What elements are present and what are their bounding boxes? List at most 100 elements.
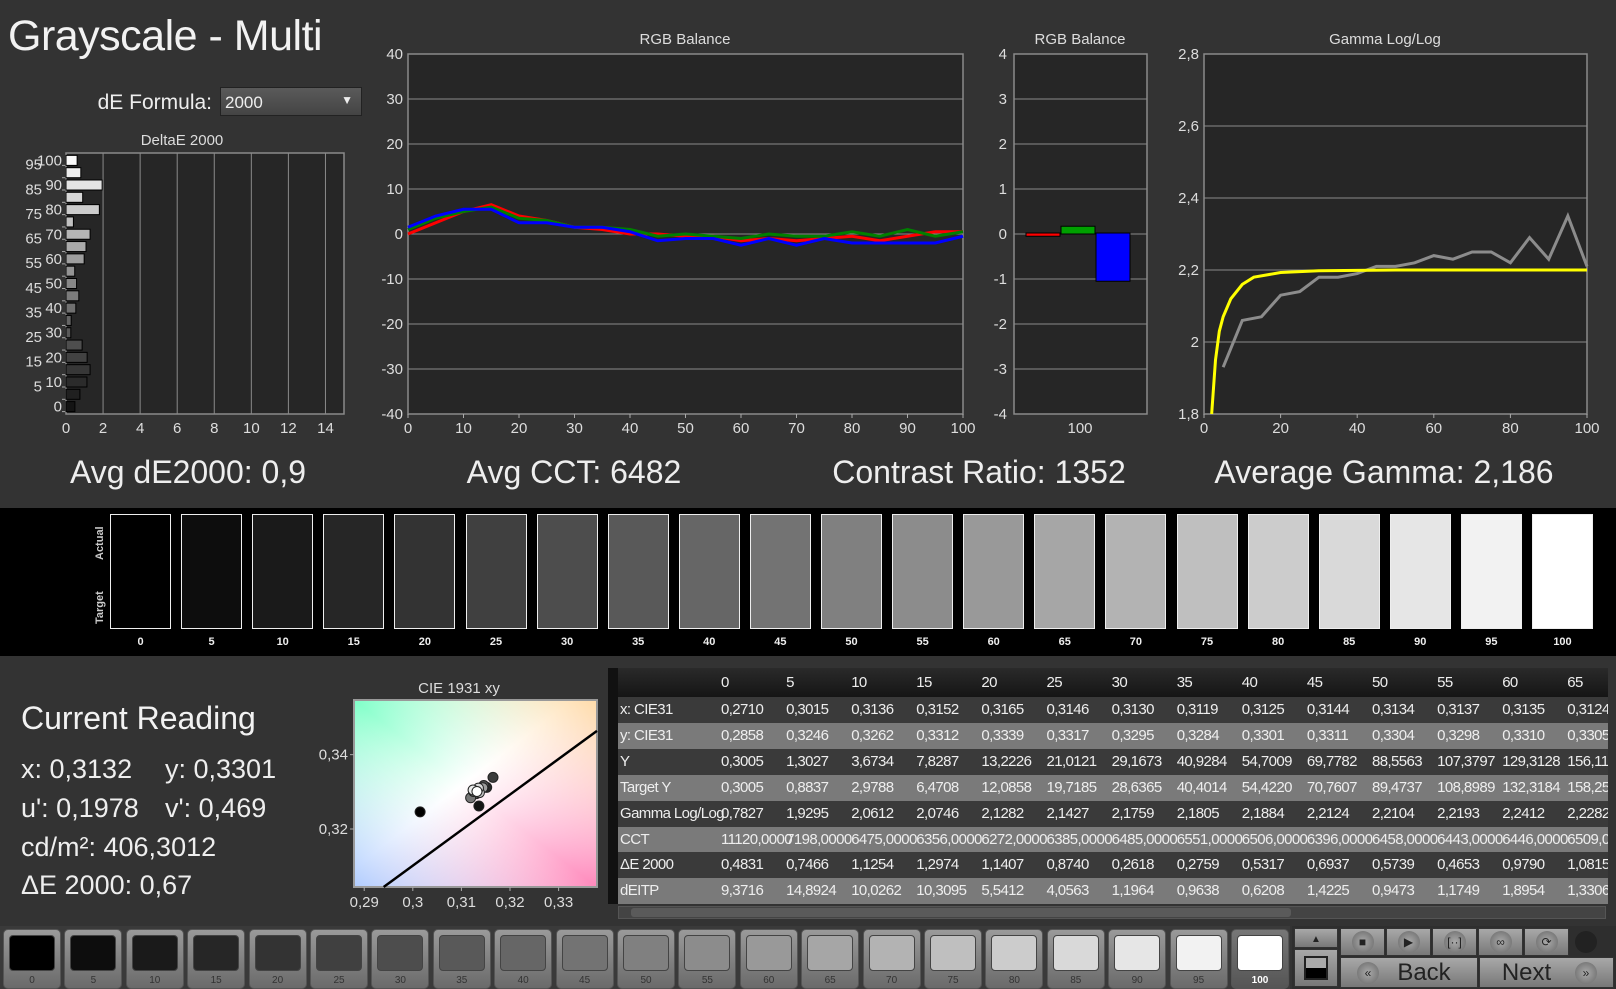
table-cell: 0,2618 <box>1111 856 1155 874</box>
patch-label: 60 <box>763 975 775 986</box>
grayscale-swatch <box>749 514 811 629</box>
patch-button-50[interactable]: 50 <box>617 929 675 989</box>
patch-button-0[interactable]: 0 <box>3 929 61 989</box>
column-header: 0 <box>721 674 729 691</box>
stop-measure-button[interactable] <box>1294 949 1338 987</box>
table-cell: 0,3317 <box>1046 726 1090 744</box>
play-button[interactable]: ▶ <box>1386 928 1431 956</box>
y-tick-label: 60 <box>45 251 62 268</box>
deltae-bar <box>65 314 72 326</box>
y-tick-label: 70 <box>45 226 62 243</box>
table-cell: 107,3797 <box>1437 752 1495 770</box>
reading-v: v': 0,469 <box>165 793 267 823</box>
x-tick-label: 100 <box>1574 420 1599 437</box>
table-cell: 5,5412 <box>981 882 1024 900</box>
patch-label: 30 <box>394 975 406 986</box>
scrollbar-thumb[interactable] <box>631 908 1291 917</box>
deltae-bar <box>65 241 87 253</box>
x-tick-label: 12 <box>280 420 297 437</box>
column-header: 40 <box>1241 674 1258 691</box>
patch-button-80[interactable]: 80 <box>985 929 1044 989</box>
y-tick-label: -1 <box>994 271 1007 288</box>
back-button[interactable]: « Back <box>1340 957 1478 988</box>
stop-button[interactable]: ■ <box>1340 928 1385 956</box>
grayscale-swatch <box>1034 514 1096 629</box>
patch-button-10[interactable]: 10 <box>125 929 184 989</box>
table-cell: 2,9788 <box>851 778 894 796</box>
plot-area <box>65 152 345 415</box>
patch-button-25[interactable]: 25 <box>310 929 368 989</box>
patch-button-20[interactable]: 20 <box>248 929 307 989</box>
patch-label: 85 <box>1070 975 1082 986</box>
y-tick-label: 5 <box>34 378 42 395</box>
table-cell: 1,1407 <box>981 856 1024 874</box>
table-cell: 0,3005 <box>721 778 764 796</box>
table-cell: 0,3119 <box>1176 701 1219 718</box>
infinity-button[interactable]: ∞ <box>1478 928 1523 956</box>
table-cell: 0,4831 <box>721 856 764 874</box>
up-button[interactable]: ▲ <box>1294 928 1338 948</box>
table-row: x: CIE31 0,2710 0,3015 0,3136 0,3152 0,3165 0,… <box>618 697 1608 723</box>
patch-button-100[interactable]: 100 <box>1231 929 1289 989</box>
green-balance-bar <box>1060 225 1096 235</box>
table-row: Gamma Log/Log 0,7827 1,9295 2,0612 2,0746 2,1… <box>618 800 1608 827</box>
patch-button-40[interactable]: 40 <box>494 929 553 989</box>
patch-button-30[interactable]: 30 <box>371 929 430 989</box>
row-label: CCT <box>620 830 650 848</box>
next-button[interactable]: Next » <box>1479 957 1614 988</box>
page-title: Grayscale - Multi <box>8 12 323 60</box>
row-label: ΔE 2000 <box>620 856 674 874</box>
y-tick-label: 25 <box>25 329 42 346</box>
patch-color <box>1114 935 1161 971</box>
gamma-chart-title: Gamma Log/Log <box>1329 31 1441 48</box>
patch-color <box>1052 935 1099 971</box>
patch-button-45[interactable]: 45 <box>555 929 614 989</box>
patch-button-5[interactable]: 5 <box>64 929 123 989</box>
column-header: 5 <box>786 674 794 691</box>
patch-button-15[interactable]: 15 <box>187 929 246 989</box>
table-cell: 1,8954 <box>1502 882 1545 900</box>
patch-label: 70 <box>886 975 898 986</box>
patch-button-35[interactable]: 35 <box>432 929 491 989</box>
bracket-button[interactable]: [··] <box>1432 928 1477 956</box>
table-scrollbar[interactable] <box>618 906 1606 919</box>
refresh-button[interactable]: ⟳ <box>1524 928 1569 956</box>
table-row: Y 0,3005 1,3027 3,6734 7,8287 13,2226 21,0121 2… <box>618 748 1608 775</box>
patch-button-65[interactable]: 65 <box>801 929 860 989</box>
table-cell: 1,3027 <box>786 752 829 770</box>
patch-color <box>991 935 1038 971</box>
table-cell: 132,3184 <box>1502 778 1560 796</box>
patch-button-55[interactable]: 55 <box>678 929 737 989</box>
patch-label: 0 <box>29 975 35 986</box>
table-cell: 0,9790 <box>1502 856 1545 874</box>
grayscale-swatch <box>1247 514 1309 629</box>
row-label: Target Y <box>620 778 671 796</box>
x-tick-label: 40 <box>1349 420 1366 437</box>
y-tick-label: 50 <box>45 276 62 293</box>
table-cell: 6485,0000 <box>1111 830 1178 848</box>
y-tick-label: -30 <box>381 361 403 378</box>
patch-button-75[interactable]: 75 <box>924 929 982 989</box>
contrast-summary: Contrast Ratio: 1352 <box>832 454 1126 490</box>
swatch-label: 0 <box>137 636 144 648</box>
patch-button-70[interactable]: 70 <box>862 929 921 989</box>
table-cell: 89,4737 <box>1372 778 1423 796</box>
table-cell: 0,3262 <box>851 726 894 744</box>
swatch-label: 70 <box>1129 636 1143 648</box>
table-cell: 10,3095 <box>916 882 967 900</box>
y-tick-label: 90 <box>45 177 62 194</box>
de-formula-select[interactable]: 2000 ▼ <box>220 87 362 116</box>
x-tick-label: 2 <box>99 420 107 437</box>
y-tick-label: 2 <box>1191 334 1199 351</box>
patch-button-60[interactable]: 60 <box>739 929 798 989</box>
y-tick-label: 4 <box>999 46 1007 63</box>
column-header: 60 <box>1502 674 1518 691</box>
table-cell: 158,25 <box>1567 778 1608 796</box>
patch-button-85[interactable]: 85 <box>1046 929 1105 989</box>
x-tick-label: 80 <box>1502 420 1519 437</box>
patch-button-90[interactable]: 90 <box>1108 929 1167 989</box>
patch-label: 100 <box>1251 975 1269 986</box>
patch-button-95[interactable]: 95 <box>1169 929 1228 989</box>
red-balance-bar <box>1025 232 1061 237</box>
y-tick-label: -4 <box>994 406 1007 423</box>
